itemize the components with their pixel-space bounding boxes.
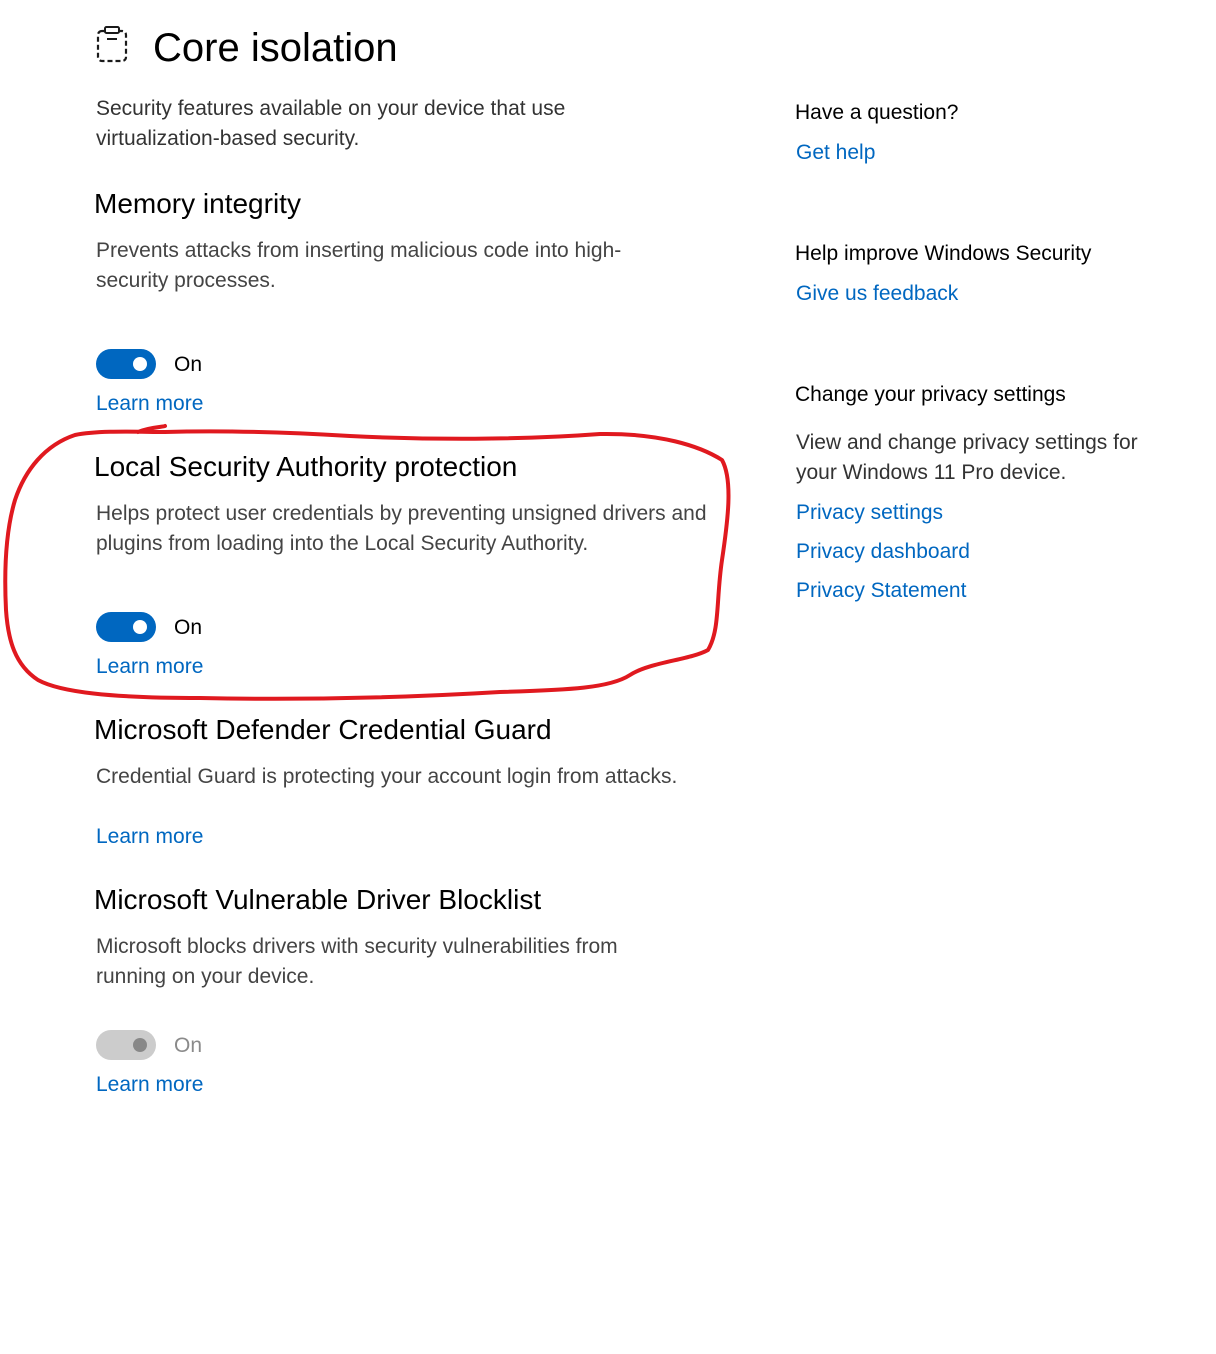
driver-blocklist-title: Microsoft Vulnerable Driver Blocklist <box>94 884 542 915</box>
memory-integrity-description: Prevents attacks from inserting maliciou… <box>96 239 622 292</box>
have-a-question-heading: Have a question? <box>795 101 959 124</box>
credential-guard-description: Credential Guard is protecting your acco… <box>96 765 678 788</box>
credential-guard-learn-more-link[interactable]: Learn more <box>96 822 203 852</box>
lsa-protection-learn-more-link[interactable]: Learn more <box>96 652 203 682</box>
memory-integrity-toggle[interactable] <box>96 349 156 379</box>
lsa-protection-toggle-label: On <box>174 616 203 639</box>
privacy-settings-link[interactable]: Privacy settings <box>796 498 943 528</box>
help-improve-heading: Help improve Windows Security <box>795 242 1092 265</box>
credential-guard-title: Microsoft Defender Credential Guard <box>94 714 552 745</box>
memory-integrity-toggle-label: On <box>174 353 203 376</box>
lsa-protection-title: Local Security Authority protection <box>94 451 518 482</box>
privacy-statement-link[interactable]: Privacy Statement <box>796 576 966 606</box>
memory-integrity-learn-more-link[interactable]: Learn more <box>96 389 203 419</box>
driver-blocklist-learn-more-link[interactable]: Learn more <box>96 1070 203 1100</box>
privacy-dashboard-link[interactable]: Privacy dashboard <box>796 537 970 567</box>
lsa-protection-description: Helps protect user credentials by preven… <box>96 502 707 555</box>
get-help-link[interactable]: Get help <box>796 138 875 168</box>
driver-blocklist-description: Microsoft blocks drivers with security v… <box>96 935 618 988</box>
privacy-settings-heading: Change your privacy settings <box>795 383 1066 406</box>
toggle-knob <box>133 620 147 634</box>
driver-blocklist-toggle-label: On <box>174 1034 203 1057</box>
core-isolation-icon <box>96 26 128 63</box>
memory-integrity-title: Memory integrity <box>94 188 301 219</box>
driver-blocklist-toggle <box>96 1030 156 1060</box>
give-feedback-link[interactable]: Give us feedback <box>796 279 958 309</box>
lsa-protection-toggle[interactable] <box>96 612 156 642</box>
page-description: Security features available on your devi… <box>96 97 566 150</box>
privacy-settings-text: View and change privacy settings for you… <box>796 431 1138 484</box>
toggle-knob <box>133 1038 147 1052</box>
page-title: Core isolation <box>153 26 398 70</box>
toggle-knob <box>133 357 147 371</box>
